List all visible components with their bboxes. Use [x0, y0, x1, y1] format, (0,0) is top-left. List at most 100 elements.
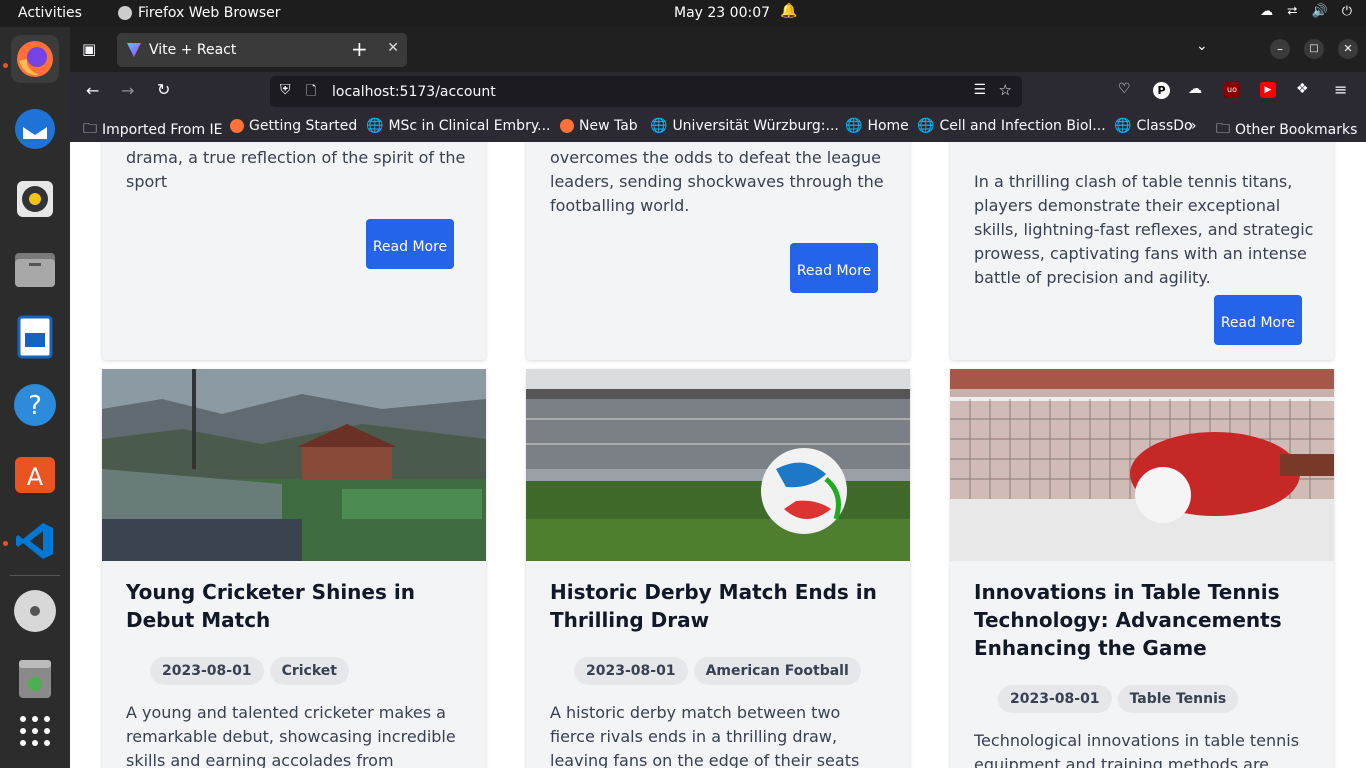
- vite-logo-icon: [127, 43, 141, 57]
- svg-text:?: ?: [28, 391, 42, 421]
- cricket-stadium-image: [102, 369, 486, 561]
- article-category-badge: Table Tennis: [1117, 685, 1239, 713]
- bookmark-uni-wuerzburg[interactable]: 🌐 Universität Würzburg:...: [650, 118, 839, 134]
- article-card: overcomes the odds to defeat the league …: [526, 142, 910, 360]
- globe-icon: 🌐: [917, 118, 935, 134]
- firefox-icon: [560, 119, 574, 133]
- article-title[interactable]: Young Cricketer Shines in Debut Match: [126, 578, 466, 634]
- running-indicator: [3, 63, 8, 68]
- bookmark-star-icon[interactable]: ☆: [999, 81, 1012, 99]
- firefox-icon: [118, 6, 132, 20]
- read-more-button[interactable]: Read More: [1214, 295, 1302, 345]
- network-icon: ⮂: [1287, 4, 1298, 19]
- article-tags: 2023-08-01 Cricket: [150, 657, 355, 685]
- system-tray[interactable]: ☁ ⮂ 🔊 ⏻: [1260, 4, 1352, 19]
- back-arrow-icon[interactable]: ←: [86, 81, 99, 100]
- svg-text:A: A: [27, 463, 44, 491]
- close-window-button[interactable]: ✕: [1338, 39, 1358, 59]
- running-indicator: [3, 541, 8, 546]
- article-date-badge: 2023-08-01: [150, 657, 264, 685]
- bookmarks-toolbar: 🗀 Imported From IE Getting Started 🌐 MSc i…: [70, 112, 1366, 142]
- bookmark-new-tab[interactable]: New Tab: [560, 118, 638, 134]
- forward-arrow-icon[interactable]: →: [121, 81, 134, 100]
- article-card: Innovations in Table Tennis Technology: …: [950, 369, 1334, 768]
- system-top-bar: Activities Firefox Web Browser May 23 00…: [0, 0, 1366, 27]
- shield-icon[interactable]: ⛨: [280, 82, 291, 98]
- globe-icon: 🌐: [1114, 118, 1132, 134]
- ublock-origin-icon[interactable]: uo: [1224, 82, 1240, 98]
- article-excerpt: A young and talented cricketer makes a r…: [126, 703, 456, 768]
- article-card: In a thrilling clash of table tennis tit…: [950, 142, 1334, 360]
- firefox-dock-icon[interactable]: [11, 35, 59, 83]
- rhythmbox-dock-icon[interactable]: [11, 175, 59, 223]
- article-title[interactable]: Innovations in Table Tennis Technology: …: [974, 578, 1314, 662]
- globe-icon: 🌐: [650, 118, 668, 134]
- writer-dock-icon[interactable]: [11, 313, 59, 361]
- more-bookmarks-chevron-icon[interactable]: »: [1188, 118, 1197, 134]
- read-more-button[interactable]: Read More: [366, 219, 454, 269]
- article-category-badge: Cricket: [269, 657, 349, 685]
- app-menu-hamburger-icon[interactable]: ≡: [1334, 80, 1347, 99]
- show-apps-grid-icon[interactable]: [11, 707, 59, 755]
- football-stadium-image: [526, 369, 910, 561]
- pocket-icon[interactable]: ♡: [1118, 81, 1131, 97]
- help-dock-icon[interactable]: ?: [11, 381, 59, 429]
- files-dock-icon[interactable]: [11, 245, 59, 293]
- list-tabs-chevron-icon[interactable]: ⌄: [1196, 38, 1208, 54]
- volume-icon: 🔊: [1311, 4, 1328, 19]
- article-title[interactable]: Historic Derby Match Ends in Thrilling D…: [550, 578, 890, 634]
- bookmark-msc-clinical[interactable]: 🌐 MSc in Clinical Embry...: [366, 118, 550, 134]
- bookmark-home[interactable]: 🌐 Home: [845, 118, 909, 134]
- url-bar[interactable]: ⛨ 🗋 localhost:5173/account ☰ ☆: [270, 76, 1022, 107]
- article-tags: 2023-08-01 Table Tennis: [998, 685, 1244, 713]
- youtube-extension-icon[interactable]: ▶: [1260, 82, 1276, 98]
- globe-icon: 🌐: [366, 118, 384, 134]
- bookmark-folder-imported[interactable]: 🗀 Imported From IE: [83, 118, 223, 142]
- folder-icon: 🗀: [1216, 121, 1230, 137]
- dock-separator: [10, 575, 60, 576]
- article-excerpt: drama, a true reflection of the spirit o…: [126, 148, 466, 191]
- firefox-icon: [230, 119, 244, 133]
- extensions-puzzle-icon[interactable]: ❖: [1296, 81, 1309, 97]
- page-info-icon[interactable]: 🗋: [306, 82, 316, 104]
- reader-view-icon[interactable]: ☰: [973, 82, 986, 98]
- firefox-view-icon[interactable]: ▣: [82, 40, 96, 58]
- clock[interactable]: May 23 00:07: [674, 5, 770, 21]
- bookmark-getting-started[interactable]: Getting Started: [230, 118, 357, 134]
- dvd-drive-dock-icon[interactable]: [11, 587, 59, 635]
- new-tab-button[interactable]: +: [351, 37, 368, 61]
- bookmark-folder-other[interactable]: 🗀 Other Bookmarks: [1216, 118, 1357, 142]
- profile-extension-icon[interactable]: P: [1153, 82, 1170, 99]
- trash-dock-icon[interactable]: [11, 655, 59, 703]
- read-more-button[interactable]: Read More: [790, 243, 878, 293]
- article-card: Young Cricketer Shines in Debut Match 20…: [102, 369, 486, 768]
- bookmark-classdo[interactable]: 🌐 ClassDo: [1114, 118, 1193, 134]
- article-tags: 2023-08-01 American Football: [574, 657, 867, 685]
- maximize-button[interactable]: □: [1304, 39, 1324, 59]
- minimize-button[interactable]: –: [1270, 39, 1290, 59]
- bookmark-cell-infection[interactable]: 🌐 Cell and Infection Biol...: [917, 118, 1106, 134]
- page-content: drama, a true reflection of the spirit o…: [70, 142, 1366, 768]
- activities-button[interactable]: Activities: [18, 5, 82, 21]
- article-date-badge: 2023-08-01: [574, 657, 688, 685]
- active-app-menu[interactable]: Firefox Web Browser: [118, 5, 281, 21]
- article-excerpt: A historic derby match between two fierc…: [550, 703, 860, 768]
- thunderbird-dock-icon[interactable]: [11, 105, 59, 153]
- tab-title: Vite + React: [149, 42, 237, 58]
- article-category-badge: American Football: [693, 657, 861, 685]
- extension-icon[interactable]: ☁: [1188, 81, 1202, 97]
- app-center-dock-icon[interactable]: A: [11, 449, 59, 497]
- globe-icon: 🌐: [845, 118, 863, 134]
- article-card: drama, a true reflection of the spirit o…: [102, 142, 486, 360]
- notification-bell-icon[interactable]: 🔔: [780, 3, 797, 19]
- dock: ? A: [0, 27, 70, 768]
- folder-icon: 🗀: [83, 121, 97, 137]
- article-card: Historic Derby Match Ends in Thrilling D…: [526, 369, 910, 768]
- reload-icon[interactable]: ↻: [157, 80, 170, 99]
- close-tab-icon[interactable]: ✕: [387, 40, 399, 56]
- tab-bar: ▣ Vite + React ✕ + ⌄ – □ ✕: [70, 27, 1366, 72]
- cloud-icon: ☁: [1260, 4, 1274, 19]
- vscode-dock-icon[interactable]: [11, 517, 59, 565]
- article-excerpt: overcomes the odds to defeat the league …: [550, 148, 884, 215]
- article-excerpt: Technological innovations in table tenni…: [974, 731, 1300, 768]
